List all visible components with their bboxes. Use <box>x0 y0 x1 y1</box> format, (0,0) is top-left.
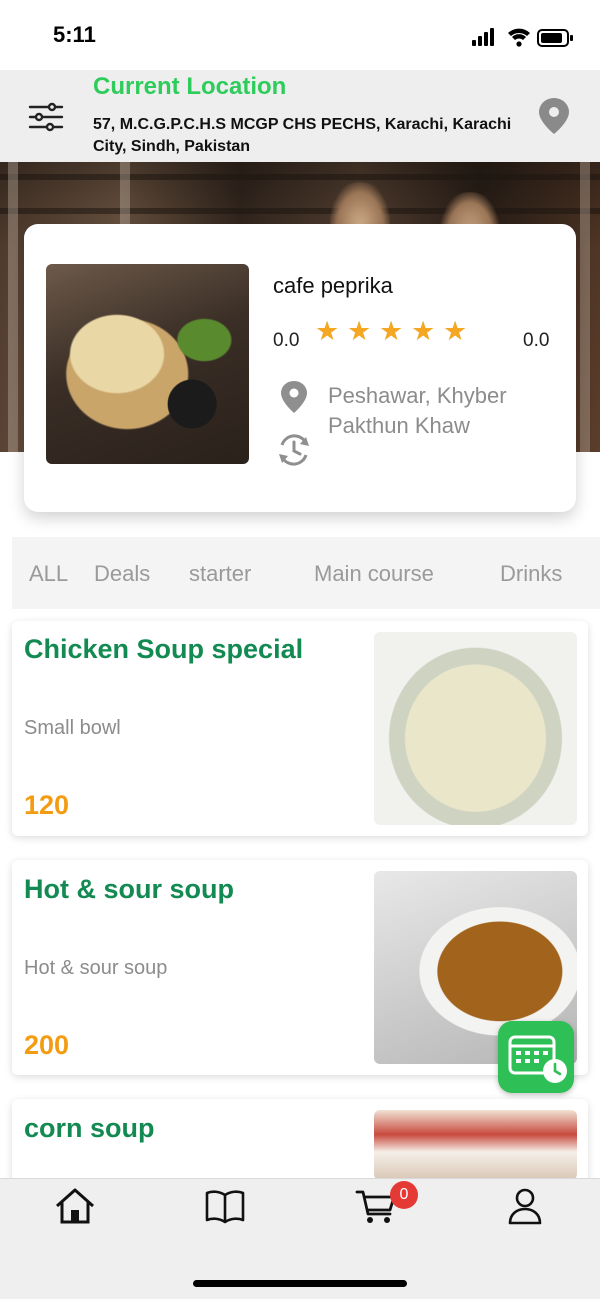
tab-drinks[interactable]: Drinks <box>500 561 562 587</box>
restaurant-location: Peshawar, Khyber Pakthun Khaw <box>328 383 507 438</box>
menu-item-price: 120 <box>24 790 70 820</box>
star-icon: ★ <box>443 316 468 346</box>
tab-starter[interactable]: starter <box>189 561 251 587</box>
star-icon: ★ <box>315 316 340 346</box>
restaurant-name: cafe peprika <box>273 273 393 298</box>
battery-icon <box>537 29 573 47</box>
menu-item-title: Hot & sour soup <box>24 874 234 904</box>
home-icon[interactable] <box>53 1186 97 1226</box>
cart-count-badge: 0 <box>390 1181 418 1209</box>
menu-item-title: Chicken Soup special <box>24 634 304 664</box>
menu-item-description: Hot & sour soup <box>24 957 168 979</box>
map-pin-icon[interactable] <box>536 96 572 136</box>
current-location-title: Current Location <box>93 73 287 100</box>
star-icon: ★ <box>347 316 372 346</box>
tab-main-course[interactable]: Main course <box>314 561 434 587</box>
tab-all[interactable]: ALL <box>29 561 68 587</box>
home-indicator <box>193 1280 407 1287</box>
opening-hours-icon <box>279 434 309 466</box>
cellular-signal-icon <box>472 28 494 46</box>
tab-deals[interactable]: Deals <box>94 561 150 587</box>
menu-item-image <box>374 632 577 825</box>
current-address[interactable]: 57, M.C.G.P.C.H.S MCGP CHS PECHS, Karach… <box>93 114 513 158</box>
wifi-icon <box>508 28 530 47</box>
calendar-clock-icon <box>508 1035 567 1083</box>
calendar-schedule-button[interactable] <box>498 1021 574 1093</box>
menu-item-title: corn soup <box>24 1113 155 1143</box>
menu-item-price: 200 <box>24 1030 70 1060</box>
location-pin-icon <box>281 381 307 413</box>
rating-value: 0.0 <box>273 330 300 351</box>
profile-icon[interactable] <box>503 1186 547 1226</box>
status-time: 5:11 <box>53 22 96 47</box>
status-icons <box>472 28 573 47</box>
menu-book-icon[interactable] <box>203 1186 247 1226</box>
restaurant-thumbnail <box>46 264 249 464</box>
sliders-icon[interactable] <box>26 100 66 134</box>
star-icon: ★ <box>411 316 436 346</box>
menu-item-image <box>374 1110 577 1180</box>
review-count: 0.0 <box>523 330 550 351</box>
menu-item-description: Small bowl <box>24 717 121 739</box>
star-icon: ★ <box>379 316 404 346</box>
